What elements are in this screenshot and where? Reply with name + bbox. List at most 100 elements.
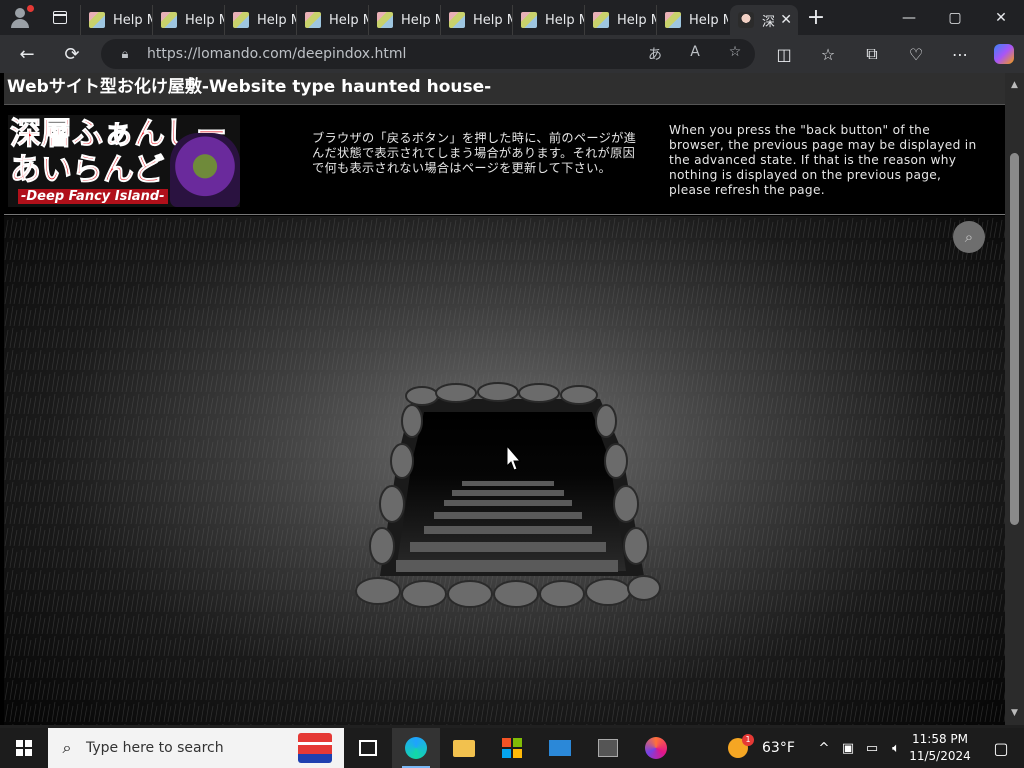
clock[interactable]: 11:58 PM 11/5/2024 [905,731,975,765]
collections-button[interactable]: ⧉ [850,35,894,73]
tab-label: Help M [617,12,656,28]
logo-line1-red: 深層 [10,116,73,152]
windows-taskbar: ⌕ Type here to search 63°F ^ ▣ ▭ 🔈︎ 11:5… [0,728,1024,768]
scroll-down-icon[interactable]: ▼ [1005,705,1024,721]
taskbar-app[interactable] [584,728,632,768]
tab-active[interactable]: 深 ✕ [730,5,798,35]
minimize-button[interactable]: — [886,0,932,35]
favorite-star-icon[interactable]: ☆ [715,44,755,64]
tab-actions-button[interactable] [40,0,80,35]
refresh-button[interactable]: ⟳ [52,35,92,73]
favicon-icon [233,12,249,28]
tray-chevron-icon[interactable]: ^ [812,741,836,756]
browser-essentials-button[interactable]: ♡ [894,35,938,73]
split-screen-button[interactable]: ◫ [762,35,806,73]
tab[interactable]: Help M [296,5,368,35]
edge-icon [405,737,427,759]
copilot-button[interactable] [982,35,1024,73]
tab-label: Help M [473,12,512,28]
taskbar-mail[interactable] [536,728,584,768]
meet-now-icon[interactable]: ▣ [836,741,860,756]
visual-search-icon: ⌕ [964,228,974,246]
maximize-button[interactable]: ▢ [932,0,978,35]
notification-center-button[interactable]: ▢ [978,728,1024,768]
favicon-icon [89,12,105,28]
search-icon: ⌕ [62,738,72,757]
more-icon: ⋯ [952,44,968,64]
read-aloud-icon[interactable]: A [675,44,715,64]
store-icon [502,738,522,758]
tab[interactable]: Help M [152,5,224,35]
taskbar-search-box[interactable]: ⌕ Type here to search [48,728,344,768]
taskbar-store[interactable] [488,728,536,768]
logo-line3: -Deep Fancy Island- [18,189,168,204]
page-scrollbar[interactable]: ▲ ▼ [1005,73,1024,725]
new-tab-button[interactable]: + [798,0,834,35]
tab-strip: Help M Help M Help M Help M Help M Help … [80,0,798,35]
back-button[interactable]: ← [7,35,47,73]
tab-label: 深 [762,14,776,30]
address-bar-actions: あ A ☆ [635,44,755,64]
favicon-icon [593,12,609,28]
split-screen-icon: ◫ [776,44,792,64]
weather-widget[interactable]: 63°F [728,728,795,768]
tab[interactable]: Help M [656,5,728,35]
browser-toolbar: ← ⟳ 🔒︎ https://lomando.com/deepindox.htm… [0,35,1024,73]
tab[interactable]: Help M [440,5,512,35]
tab-label: Help M [113,12,152,28]
translate-icon[interactable]: あ [635,44,675,64]
start-button[interactable] [0,728,48,768]
tab[interactable]: Help M [512,5,584,35]
address-url[interactable]: https://lomando.com/deepindox.html [147,46,406,62]
haunted-scene-image[interactable]: ⌕ [4,216,1005,725]
taskbar-firefox[interactable] [632,728,680,768]
close-button[interactable]: ✕ [978,0,1024,35]
taskbar-edge[interactable] [392,728,440,768]
profile-head-icon [15,8,25,18]
notification-icon: ▢ [993,738,1009,758]
weather-temp: 63°F [762,740,795,756]
browser-titlebar: Help M Help M Help M Help M Help M Help … [0,0,1024,35]
favicon-icon [449,12,465,28]
tab[interactable]: Help M [224,5,296,35]
task-view-icon [359,740,377,756]
profile-avatar[interactable] [0,0,40,35]
network-icon[interactable]: ▭ [860,741,884,756]
visual-search-button[interactable]: ⌕ [953,221,985,253]
profile-body-icon [11,19,29,28]
tab-label: Help M [257,12,296,28]
logo-character-image [170,133,240,207]
address-bar[interactable]: 🔒︎ https://lomando.com/deepindox.html あ … [101,39,755,69]
system-tray: ^ ▣ ▭ 🔈︎ [812,728,908,768]
taskbar-file-explorer[interactable] [440,728,488,768]
lock-icon[interactable]: 🔒︎ [109,47,141,62]
tab[interactable]: Help M [584,5,656,35]
favicon-icon [738,12,754,28]
notice-japanese: ブラウザの「戻るボタン」を押した時に、前のページが進んだ状態で表示されてしまう場… [312,131,637,175]
app-window-icon [598,739,618,757]
clock-time: 11:58 PM [912,732,968,746]
favorites-button[interactable]: ☆ [806,35,850,73]
window-controls: — ▢ ✕ [886,0,1024,35]
page-header: 深層ふぁんしー あいらんど -Deep Fancy Island- ブラウザの「… [4,105,1005,215]
favicon-icon [521,12,537,28]
tab-label: Help M [185,12,224,28]
weather-moon-icon [728,734,754,758]
web-viewport: Webサイト型お化け屋敷-Website type haunted house-… [0,73,1005,725]
scene-illustration [4,216,1005,725]
copilot-icon [994,44,1014,64]
scroll-up-icon[interactable]: ▲ [1005,77,1024,93]
settings-more-button[interactable]: ⋯ [938,35,982,73]
tab[interactable]: Help M [80,5,152,35]
site-logo[interactable]: 深層ふぁんしー あいらんど -Deep Fancy Island- [8,115,240,207]
favicon-icon [161,12,177,28]
notification-dot-icon [27,5,34,12]
tab[interactable]: Help M [368,5,440,35]
folder-icon [453,739,475,757]
tab-close-icon[interactable]: ✕ [780,12,792,28]
task-view-button[interactable] [344,728,392,768]
toolbar-right: ◫ ☆ ⧉ ♡ ⋯ [762,35,1024,73]
back-arrow-icon: ← [19,43,35,65]
firefox-icon [645,737,667,759]
scrollbar-thumb[interactable] [1010,153,1019,525]
